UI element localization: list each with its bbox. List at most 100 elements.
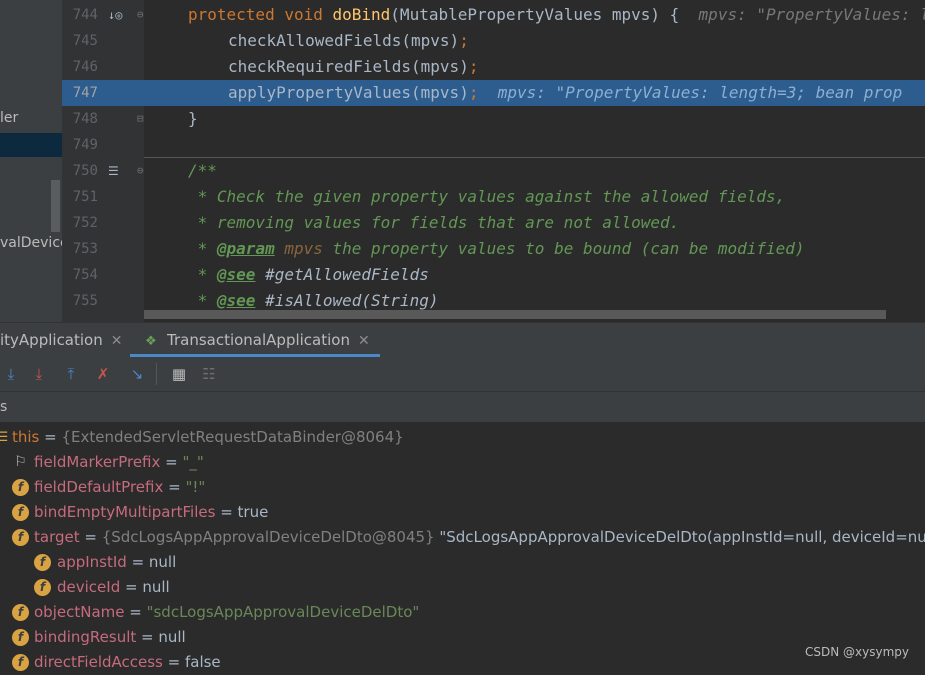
field-icon: f (34, 579, 51, 596)
trace-stream-icon[interactable]: ☷ (198, 363, 220, 385)
drop-frame-icon[interactable]: ✗ (92, 363, 114, 385)
variable-row[interactable]: f objectName = "sdcLogsAppApprovalDeviceD… (0, 600, 925, 625)
project-item-selected[interactable] (0, 133, 62, 157)
variable-name-text: target (34, 528, 80, 546)
variable-name: bindEmptyMultipartFiles = true (34, 500, 268, 525)
code-line[interactable]: 746 checkRequiredFields(mpvs); (62, 54, 925, 80)
variable-row[interactable]: f bindingResult = null (0, 625, 925, 650)
code-line[interactable]: 745 checkAllowedFields(mpvs); (62, 28, 925, 54)
code-token: void (284, 5, 333, 24)
code-token: doBind (332, 5, 391, 24)
variable-name: appInstId = null (57, 550, 176, 575)
code-line[interactable]: 753 * @param mpvs the property values to… (62, 236, 925, 262)
tab-debug-session[interactable]: ityApplication ✕ (0, 323, 122, 357)
code-line[interactable]: 751 * Check the given property values ag… (62, 184, 925, 210)
equals-sign: = (163, 478, 186, 496)
variable-row[interactable]: f appInstId = null (0, 550, 925, 575)
line-number[interactable]: 750 (62, 158, 98, 184)
line-number[interactable]: 752 (62, 210, 98, 236)
project-panel: ler valDevice (0, 0, 62, 322)
variable-name-text: deviceId (57, 578, 121, 596)
code-token: } (188, 109, 198, 128)
close-icon[interactable]: ✕ (358, 333, 370, 349)
variable-row[interactable]: f fieldDefaultPrefix = "!" (0, 475, 925, 500)
field-icon: f (12, 654, 29, 671)
code-token: ; (468, 57, 479, 76)
field-icon: f (12, 529, 29, 546)
tab-transactional-application[interactable]: ❖ TransactionalApplication ✕ (145, 323, 370, 357)
fold-icon[interactable]: ⊟ (137, 106, 144, 132)
line-number[interactable]: 748 (62, 106, 98, 132)
project-item[interactable]: valDevice (0, 235, 62, 251)
step-over-icon[interactable]: ⤓ (0, 363, 22, 385)
variable-name-text: fieldDefaultPrefix (34, 478, 164, 496)
current-execution-line[interactable]: 747 applyPropertyValues(mpvs); mpvs: "Pro… (62, 80, 925, 106)
line-number[interactable]: 744 (62, 2, 98, 28)
code-token: @see (216, 265, 256, 284)
field-icon: f (12, 629, 29, 646)
code-editor[interactable]: 744 ↓◎ ⊖ protected void doBind(MutablePrope… (62, 0, 925, 322)
project-item[interactable]: ler (0, 110, 18, 126)
code-text: checkAllowedFields(mpvs); (228, 28, 469, 54)
code-text: * removing values for fields that are no… (188, 210, 680, 236)
project-scrollbar[interactable] (51, 180, 60, 232)
code-text: applyPropertyValues(mpvs); mpvs: "Proper… (228, 80, 902, 106)
variable-name-text: fieldMarkerPrefix (34, 453, 161, 471)
code-token: ; (459, 31, 469, 50)
line-number[interactable]: 753 (62, 236, 98, 262)
field-icon: f (12, 604, 29, 621)
variable-name-text: bindingResult (34, 628, 137, 646)
equals-sign: = (120, 578, 143, 596)
code-token: @param (216, 239, 275, 258)
variable-row[interactable]: f deviceId = null (0, 575, 925, 600)
variable-name-text: directFieldAccess (34, 653, 163, 671)
equals-sign: = (126, 553, 149, 571)
variable-type: {ExtendedServletRequestDataBinder@8064} (61, 428, 404, 446)
variable-row[interactable]: ⚐ fieldMarkerPrefix = "_" (0, 450, 925, 475)
code-line[interactable]: 750 ☰ ⊖ /** (62, 158, 925, 184)
code-text: * @see #getAllowedFields (188, 262, 429, 288)
line-number[interactable]: 746 (62, 54, 98, 80)
code-line[interactable]: 748 ⊟} (62, 106, 925, 132)
variable-name-text: objectName (34, 603, 125, 621)
code-line[interactable]: 749 (62, 132, 925, 158)
gutter-marker-icon[interactable]: ↓◎ (108, 2, 122, 28)
code-token: * (188, 291, 217, 310)
code-text: } (188, 106, 198, 132)
variable-value: false (184, 653, 221, 671)
equals-sign: = (162, 653, 185, 671)
flag-icon: ⚐ (14, 454, 27, 470)
line-number[interactable]: 754 (62, 262, 98, 288)
line-number[interactable]: 745 (62, 28, 98, 54)
horizontal-scrollbar[interactable] (144, 310, 886, 319)
variable-row[interactable]: f target = {SdcLogsAppApprovalDeviceDelDt… (0, 525, 925, 550)
variable-row[interactable]: f bindEmptyMultipartFiles = true (0, 500, 925, 525)
line-number[interactable]: 751 (62, 184, 98, 210)
evaluate-expression-icon[interactable]: ▦ (168, 363, 190, 385)
line-number[interactable]: 747 (62, 80, 98, 106)
step-out-icon[interactable]: ⤒ (60, 363, 82, 385)
run-to-cursor-icon[interactable]: ↘ (126, 363, 148, 385)
close-icon[interactable]: ✕ (111, 333, 123, 349)
variable-value: null (148, 553, 177, 571)
gutter-marker-icon[interactable]: ☰ (108, 158, 119, 184)
variable-type: {SdcLogsAppApprovalDeviceDelDto@8045} (101, 528, 440, 546)
object-icon: ☰ (0, 430, 9, 445)
field-icon: f (12, 504, 29, 521)
variable-name-text: this (12, 428, 40, 446)
code-token: * removing values for fields that are no… (188, 213, 680, 232)
line-number[interactable]: 755 (62, 288, 98, 314)
variable-row[interactable]: ☰ this = {ExtendedServletRequestDataBinde… (0, 425, 925, 450)
code-line[interactable]: 744 ↓◎ ⊖ protected void doBind(MutablePrope… (62, 2, 925, 28)
equals-sign: = (215, 503, 238, 521)
equals-sign: = (160, 453, 183, 471)
line-number[interactable]: 749 (62, 132, 98, 158)
code-text: protected void doBind(MutablePropertyVal… (188, 2, 925, 28)
code-line[interactable]: 752 * removing values for fields that ar… (62, 210, 925, 236)
fold-icon[interactable]: ⊖ (137, 2, 144, 28)
code-line[interactable]: 754 * @see #getAllowedFields (62, 262, 925, 288)
fold-icon[interactable]: ⊖ (137, 158, 144, 184)
variable-name-text: bindEmptyMultipartFiles (34, 503, 216, 521)
step-into-icon[interactable]: ⤓ (28, 363, 50, 385)
variable-row[interactable]: f directFieldAccess = false (0, 650, 925, 675)
